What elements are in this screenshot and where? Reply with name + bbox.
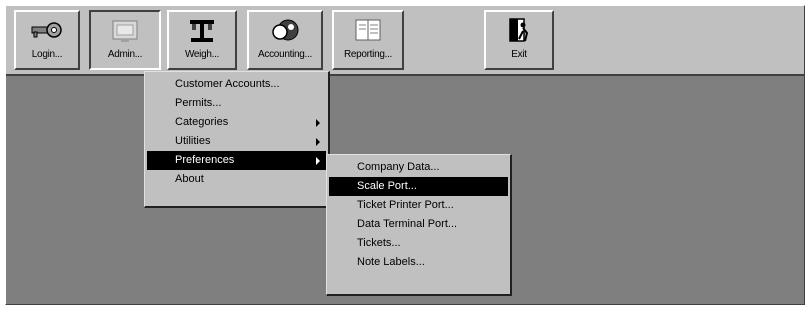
accounting-button[interactable]: Accounting... bbox=[247, 10, 323, 70]
submenu-arrow-icon bbox=[316, 157, 320, 165]
menu-item-categories[interactable]: Categories bbox=[147, 113, 326, 132]
application-window: Login... Admin... Weigh... Accounting...… bbox=[5, 5, 805, 305]
exit-button[interactable]: Exit bbox=[484, 10, 554, 70]
weigh-button[interactable]: Weigh... bbox=[167, 10, 237, 70]
accounting-button-label: Accounting... bbox=[258, 49, 312, 60]
menu-item-label: Data Terminal Port... bbox=[357, 218, 458, 230]
menu-item-label: Note Labels... bbox=[357, 256, 425, 268]
menu-item-label: About bbox=[175, 173, 204, 185]
menu-item-tickets[interactable]: Tickets... bbox=[329, 234, 508, 253]
menu-item-label: Scale Port... bbox=[357, 180, 417, 192]
menu-item-about[interactable]: About bbox=[147, 170, 326, 189]
weigh-button-label: Weigh... bbox=[184, 49, 220, 60]
menu-item-customer-accounts[interactable]: Customer Accounts... bbox=[147, 75, 326, 94]
menu-item-scale-port[interactable]: Scale Port... bbox=[329, 177, 508, 196]
menu-item-note-labels[interactable]: Note Labels... bbox=[329, 253, 508, 272]
exit-door-icon bbox=[509, 18, 529, 42]
exit-button-label: Exit bbox=[511, 49, 527, 60]
menu-item-label: Preferences bbox=[175, 154, 235, 166]
menu-item-preferences[interactable]: Preferences bbox=[147, 151, 326, 170]
reporting-button[interactable]: Reporting... bbox=[332, 10, 404, 70]
submenu-arrow-icon bbox=[316, 138, 320, 146]
reporting-button-label: Reporting... bbox=[343, 49, 393, 60]
scale-icon bbox=[190, 20, 214, 42]
menu-item-permits[interactable]: Permits... bbox=[147, 94, 326, 113]
menu-item-label: Utilities bbox=[175, 135, 211, 147]
key-icon bbox=[31, 22, 62, 38]
menu-item-data-terminal-port[interactable]: Data Terminal Port... bbox=[329, 215, 508, 234]
menu-item-label: Permits... bbox=[175, 97, 222, 109]
main-toolbar: Login... Admin... Weigh... Accounting...… bbox=[6, 6, 804, 76]
login-button-label: Login... bbox=[31, 49, 63, 60]
menu-item-utilities[interactable]: Utilities bbox=[147, 132, 326, 151]
preferences-submenu: Company Data... Scale Port... Ticket Pri… bbox=[326, 154, 512, 296]
menu-item-label: Tickets... bbox=[357, 237, 401, 249]
admin-icon bbox=[112, 20, 138, 42]
menu-item-label: Ticket Printer Port... bbox=[357, 199, 454, 211]
login-button[interactable]: Login... bbox=[14, 10, 80, 70]
admin-button[interactable]: Admin... bbox=[89, 10, 161, 70]
accounting-icon bbox=[272, 19, 299, 41]
submenu-arrow-icon bbox=[316, 119, 320, 127]
menu-item-label: Customer Accounts... bbox=[175, 78, 280, 90]
menu-item-label: Categories bbox=[175, 116, 229, 128]
admin-menu: Customer Accounts... Permits... Categori… bbox=[144, 71, 330, 208]
menu-item-company-data[interactable]: Company Data... bbox=[329, 158, 508, 177]
menu-item-label: Company Data... bbox=[357, 161, 440, 173]
admin-button-label: Admin... bbox=[107, 49, 143, 60]
menu-item-ticket-printer-port[interactable]: Ticket Printer Port... bbox=[329, 196, 508, 215]
reporting-icon bbox=[355, 19, 381, 41]
